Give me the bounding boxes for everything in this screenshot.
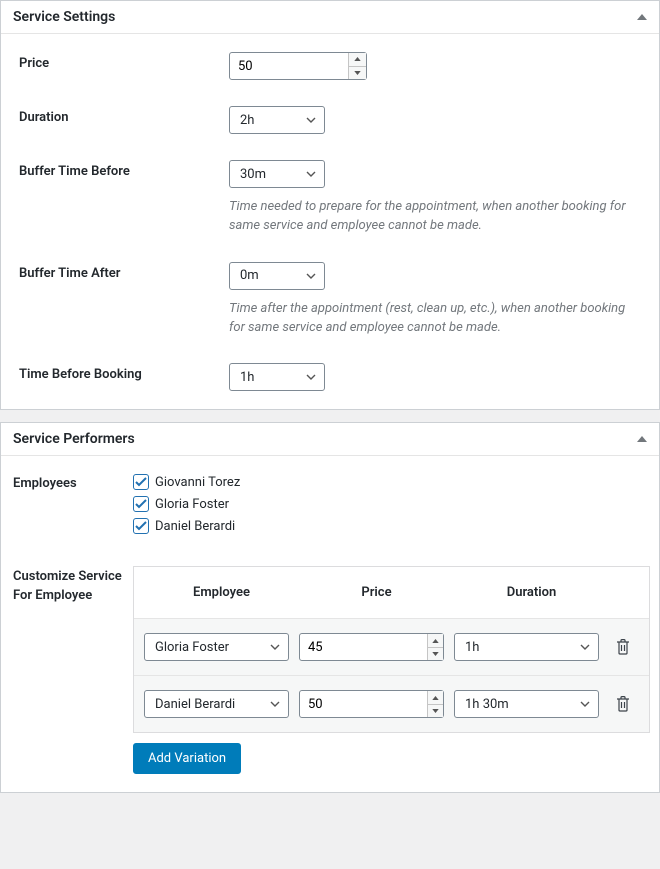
- trash-icon: [616, 639, 630, 655]
- time-before-booking-select[interactable]: 1h: [229, 363, 325, 391]
- employee-item: Giovanni Torez: [133, 474, 647, 490]
- col-price: Price: [299, 585, 454, 600]
- customize-row-item: Daniel Berardi: [134, 675, 649, 732]
- collapse-icon: [637, 436, 647, 442]
- time-before-booking-value: 1h: [240, 370, 254, 385]
- buffer-after-value: 0m: [240, 268, 259, 283]
- buffer-before-row: Buffer Time Before 30m Time needed to pr…: [19, 160, 641, 236]
- buffer-before-select[interactable]: 30m: [229, 160, 325, 188]
- row-price-input[interactable]: [299, 633, 444, 661]
- customize-row: Customize Service For Employee Employee …: [13, 566, 647, 774]
- employee-name: Gloria Foster: [155, 497, 229, 512]
- service-settings-header[interactable]: Service Settings: [1, 1, 659, 34]
- employees-list: Giovanni Torez Gloria Foster Daniel Bera…: [133, 474, 647, 540]
- service-performers-body: Employees Giovanni Torez Gloria Foster D…: [1, 456, 659, 792]
- row-price-down[interactable]: [428, 705, 443, 718]
- customize-label: Customize Service For Employee: [13, 566, 133, 604]
- row-employee-select[interactable]: Gloria Foster: [144, 633, 289, 661]
- row-price-up[interactable]: [428, 691, 443, 705]
- price-input[interactable]: [229, 52, 367, 80]
- buffer-after-select[interactable]: 0m: [229, 262, 325, 290]
- duration-row: Duration 2h: [19, 106, 641, 134]
- customize-table: Employee Price Duration Gloria Foster: [133, 566, 650, 733]
- row-employee-value: Daniel Berardi: [155, 697, 235, 712]
- delete-row-button[interactable]: [609, 690, 637, 718]
- employee-checkbox[interactable]: [133, 518, 149, 534]
- chevron-down-icon: [306, 374, 316, 380]
- price-row: Price: [19, 52, 641, 80]
- service-performers-panel: Service Performers Employees Giovanni To…: [0, 422, 660, 793]
- row-employee-select[interactable]: Daniel Berardi: [144, 690, 289, 718]
- service-settings-title: Service Settings: [13, 9, 115, 25]
- time-before-booking-label: Time Before Booking: [19, 363, 229, 382]
- row-price-field[interactable]: [300, 691, 427, 717]
- employee-name: Daniel Berardi: [155, 519, 235, 534]
- price-step-down[interactable]: [349, 67, 366, 80]
- duration-value: 2h: [240, 113, 254, 128]
- row-duration-value: 1h: [465, 640, 479, 655]
- employees-row: Employees Giovanni Torez Gloria Foster D…: [13, 474, 647, 540]
- buffer-after-row: Buffer Time After 0m Time after the appo…: [19, 262, 641, 338]
- buffer-before-help: Time needed to prepare for the appointme…: [229, 198, 629, 236]
- employee-item: Gloria Foster: [133, 496, 647, 512]
- row-employee-value: Gloria Foster: [155, 640, 229, 655]
- row-price-down[interactable]: [428, 648, 443, 661]
- row-price-field[interactable]: [300, 634, 427, 660]
- chevron-down-icon: [306, 273, 316, 279]
- employee-name: Giovanni Torez: [155, 475, 240, 490]
- duration-label: Duration: [19, 106, 229, 125]
- delete-row-button[interactable]: [609, 633, 637, 661]
- buffer-after-help: Time after the appointment (rest, clean …: [229, 300, 629, 338]
- row-duration-value: 1h 30m: [465, 697, 509, 712]
- chevron-down-icon: [270, 701, 280, 707]
- buffer-before-label: Buffer Time Before: [19, 160, 229, 179]
- customize-row-item: Gloria Foster: [134, 618, 649, 675]
- time-before-booking-row: Time Before Booking 1h: [19, 363, 641, 391]
- employee-item: Daniel Berardi: [133, 518, 647, 534]
- buffer-before-value: 30m: [240, 167, 266, 182]
- chevron-down-icon: [580, 701, 590, 707]
- row-price-input[interactable]: [299, 690, 444, 718]
- add-variation-button[interactable]: Add Variation: [133, 743, 241, 774]
- chevron-down-icon: [270, 644, 280, 650]
- price-input-field[interactable]: [230, 53, 348, 79]
- employees-label: Employees: [13, 474, 133, 491]
- col-employee: Employee: [144, 585, 299, 600]
- service-settings-panel: Service Settings Price Duration 2h: [0, 0, 660, 410]
- employee-checkbox[interactable]: [133, 474, 149, 490]
- row-price-up[interactable]: [428, 634, 443, 648]
- service-performers-title: Service Performers: [13, 431, 135, 447]
- trash-icon: [616, 696, 630, 712]
- collapse-icon: [637, 14, 647, 20]
- service-settings-body: Price Duration 2h Buff: [1, 34, 659, 409]
- chevron-down-icon: [580, 644, 590, 650]
- employee-checkbox[interactable]: [133, 496, 149, 512]
- price-step-up[interactable]: [349, 53, 366, 67]
- row-duration-select[interactable]: 1h 30m: [454, 690, 599, 718]
- col-duration: Duration: [454, 585, 609, 600]
- duration-select[interactable]: 2h: [229, 106, 325, 134]
- customize-table-head: Employee Price Duration: [134, 567, 649, 618]
- chevron-down-icon: [306, 117, 316, 123]
- row-duration-select[interactable]: 1h: [454, 633, 599, 661]
- service-performers-header[interactable]: Service Performers: [1, 423, 659, 456]
- chevron-down-icon: [306, 171, 316, 177]
- price-label: Price: [19, 52, 229, 71]
- buffer-after-label: Buffer Time After: [19, 262, 229, 281]
